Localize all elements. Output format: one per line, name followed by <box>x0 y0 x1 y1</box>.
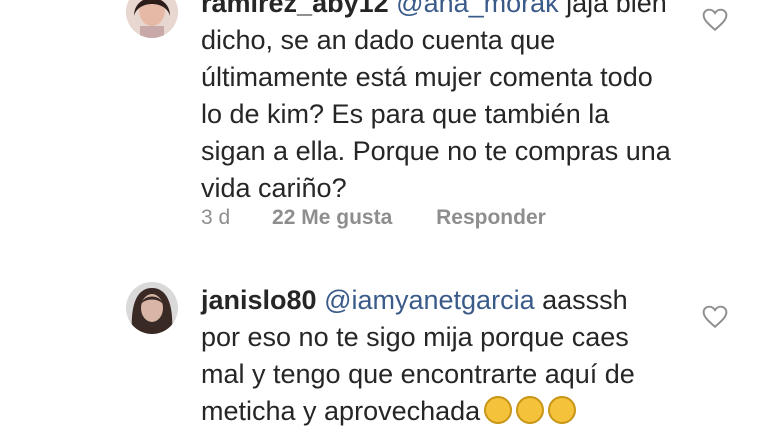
heart-outline-icon[interactable] <box>702 305 728 329</box>
comment-username[interactable]: janislo80 <box>201 285 317 315</box>
comment-body: janislo80 @iamyanetgarcia aasssh por eso… <box>201 282 671 430</box>
grimacing-face-icon <box>484 396 513 424</box>
comment-mention[interactable]: @iamyanetgarcia <box>324 285 535 315</box>
profile-photo-icon <box>126 282 178 334</box>
comment-2: janislo80 @iamyanetgarcia aasssh por eso… <box>0 0 768 426</box>
avatar[interactable] <box>126 282 178 334</box>
grimacing-face-icon <box>548 396 577 424</box>
grimacing-face-icon <box>516 396 545 424</box>
